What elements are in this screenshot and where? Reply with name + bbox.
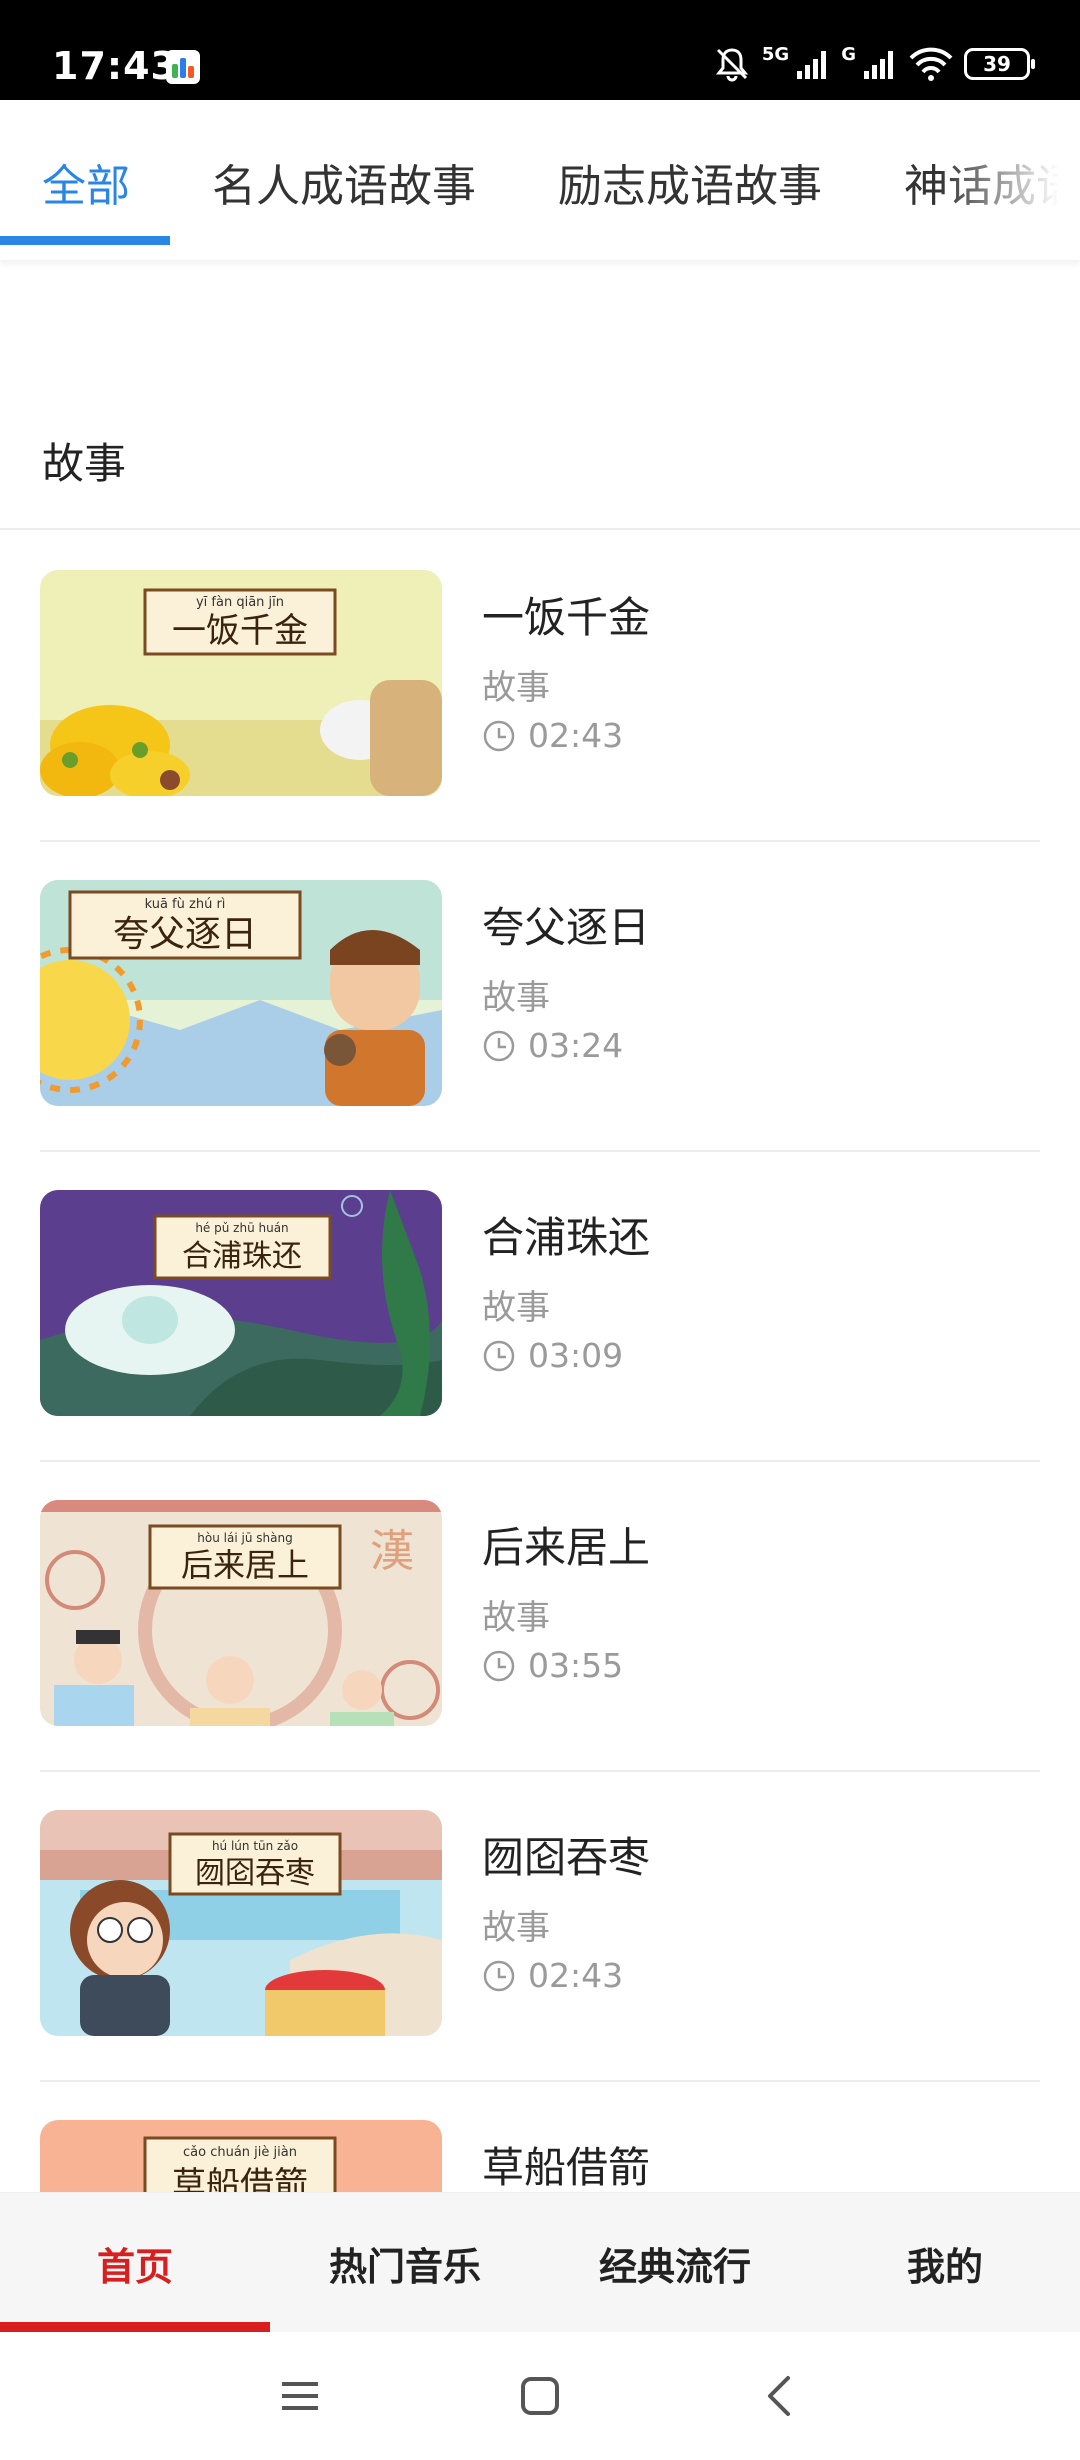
clock-icon [483,1650,515,1681]
duration-text: 02:43 [528,716,624,755]
item-duration: 03:55 [482,1646,623,1685]
home-square-icon[interactable] [516,2372,564,2420]
thumb-caption: 合浦珠还 [182,1239,302,1274]
thumb-pinyin: yī fàn qiān jīn [196,595,284,610]
tab-all[interactable]: 全部 [42,150,130,214]
menu-icon[interactable] [276,2372,324,2420]
nav-classic-pop[interactable]: 经典流行 [540,2193,810,2333]
bottom-navigation: 首页 热门音乐 经典流行 我的 [0,2192,1080,2332]
item-title: 一饭千金 [482,593,651,642]
system-navigation-bar [0,2332,1080,2460]
battery-icon: 39 [964,48,1035,80]
svg-text:漢: 漢 [370,1526,414,1577]
item-category: 故事 [482,668,550,708]
signal-icon [797,51,827,79]
list-item[interactable]: hú lún tūn zǎo 囫囵吞枣 囫囵吞枣 故事 02:43 [0,1772,1080,2082]
status-bar: 17:43 5G G 39 [0,0,1080,100]
nav-mine[interactable]: 我的 [810,2193,1080,2333]
item-title: 夸父逐日 [482,903,651,952]
duration-text: 03:24 [528,1026,624,1065]
list-item[interactable]: kuā fù zhú rì 夸父逐日 夸父逐日 故事 03:24 [0,842,1080,1152]
tab-inspirational-idioms[interactable]: 励志成语故事 [558,150,822,214]
item-duration: 03:09 [482,1336,623,1375]
item-category: 故事 [482,1598,550,1638]
thumbnail-image: hú lún tūn zǎo 囫囵吞枣 [40,1810,442,2036]
nav-hot-music[interactable]: 热门音乐 [270,2193,540,2333]
thumbnail-image: hòu lái jū shàng 后来居上 漢 [40,1500,442,1726]
list-item[interactable]: hòu lái jū shàng 后来居上 漢 后来居上 故事 03:55 [0,1462,1080,1772]
thumb-pinyin: hòu lái jū shàng [197,1531,292,1545]
list-item[interactable]: hé pǔ zhū huán 合浦珠还 合浦珠还 故事 03:09 [0,1152,1080,1462]
tab-active-indicator [0,236,170,245]
duration-text: 03:09 [528,1336,624,1375]
duration-text: 02:43 [528,1956,624,1995]
item-title: 合浦珠还 [482,1213,651,1262]
story-list: yī fàn qiān jīn 一饭千金 一饭千金 故事 02:43 kuā f… [0,532,1080,2192]
network-5g-label: 5G [761,44,790,65]
thumbnail-image: hé pǔ zhū huán 合浦珠还 [40,1190,442,1416]
thumb-pinyin: kuā fù zhú rì [145,897,226,912]
clock-icon [483,720,515,751]
app-notification-icon [166,50,200,84]
thumb-caption: 囫囵吞枣 [195,1856,315,1891]
wifi-icon [909,47,953,81]
thumb-pinyin: cǎo chuán jiè jiàn [183,2145,297,2160]
section-title: 故事 [42,439,127,488]
item-duration: 02:43 [482,716,623,755]
clock-icon [483,1030,515,1061]
item-category: 故事 [482,978,550,1018]
item-duration: 02:43 [482,1956,623,1995]
item-title: 草船借箭 [482,2143,651,2192]
item-category: 故事 [482,1908,550,1948]
thumb-caption: 一饭千金 [172,611,308,651]
thumb-caption: 夸父逐日 [113,914,257,955]
status-icons: 5G G 39 [712,44,1035,84]
item-duration: 03:24 [482,1026,623,1065]
section-divider [0,528,1080,530]
category-tabs: 全部 名人成语故事 励志成语故事 神话成语 [0,100,1080,260]
tab-famous-idioms[interactable]: 名人成语故事 [212,150,476,214]
list-item[interactable]: yī fàn qiān jīn 一饭千金 一饭千金 故事 02:43 [0,532,1080,842]
status-time: 17:43 [52,44,178,88]
thumb-caption: 草船借箭 [172,2165,308,2192]
thumb-pinyin: hé pǔ zhū huán [195,1221,288,1235]
clock-icon [483,1960,515,1991]
nav-home[interactable]: 首页 [0,2193,270,2333]
thumb-pinyin: hú lún tūn zǎo [212,1839,298,1853]
thumb-caption: 后来居上 [181,1546,309,1584]
signal-icon [864,51,893,79]
network-g-label: G [841,44,856,65]
tab-scroll-fade [940,100,1080,260]
item-title: 后来居上 [482,1523,651,1572]
item-category: 故事 [482,1288,550,1328]
item-title: 囫囵吞枣 [482,1833,651,1882]
mute-bell-icon [715,48,749,82]
duration-text: 03:55 [528,1646,624,1685]
thumbnail-image: yī fàn qiān jīn 一饭千金 [40,570,442,796]
nav-active-indicator [0,2322,270,2332]
thumbnail-image: cǎo chuán jiè jiàn 草船借箭 [40,2120,442,2192]
thumbnail-image: kuā fù zhú rì 夸父逐日 [40,880,442,1106]
clock-icon [483,1340,515,1371]
list-item[interactable]: cǎo chuán jiè jiàn 草船借箭 草船借箭 [0,2082,1080,2192]
back-icon[interactable] [756,2372,804,2420]
